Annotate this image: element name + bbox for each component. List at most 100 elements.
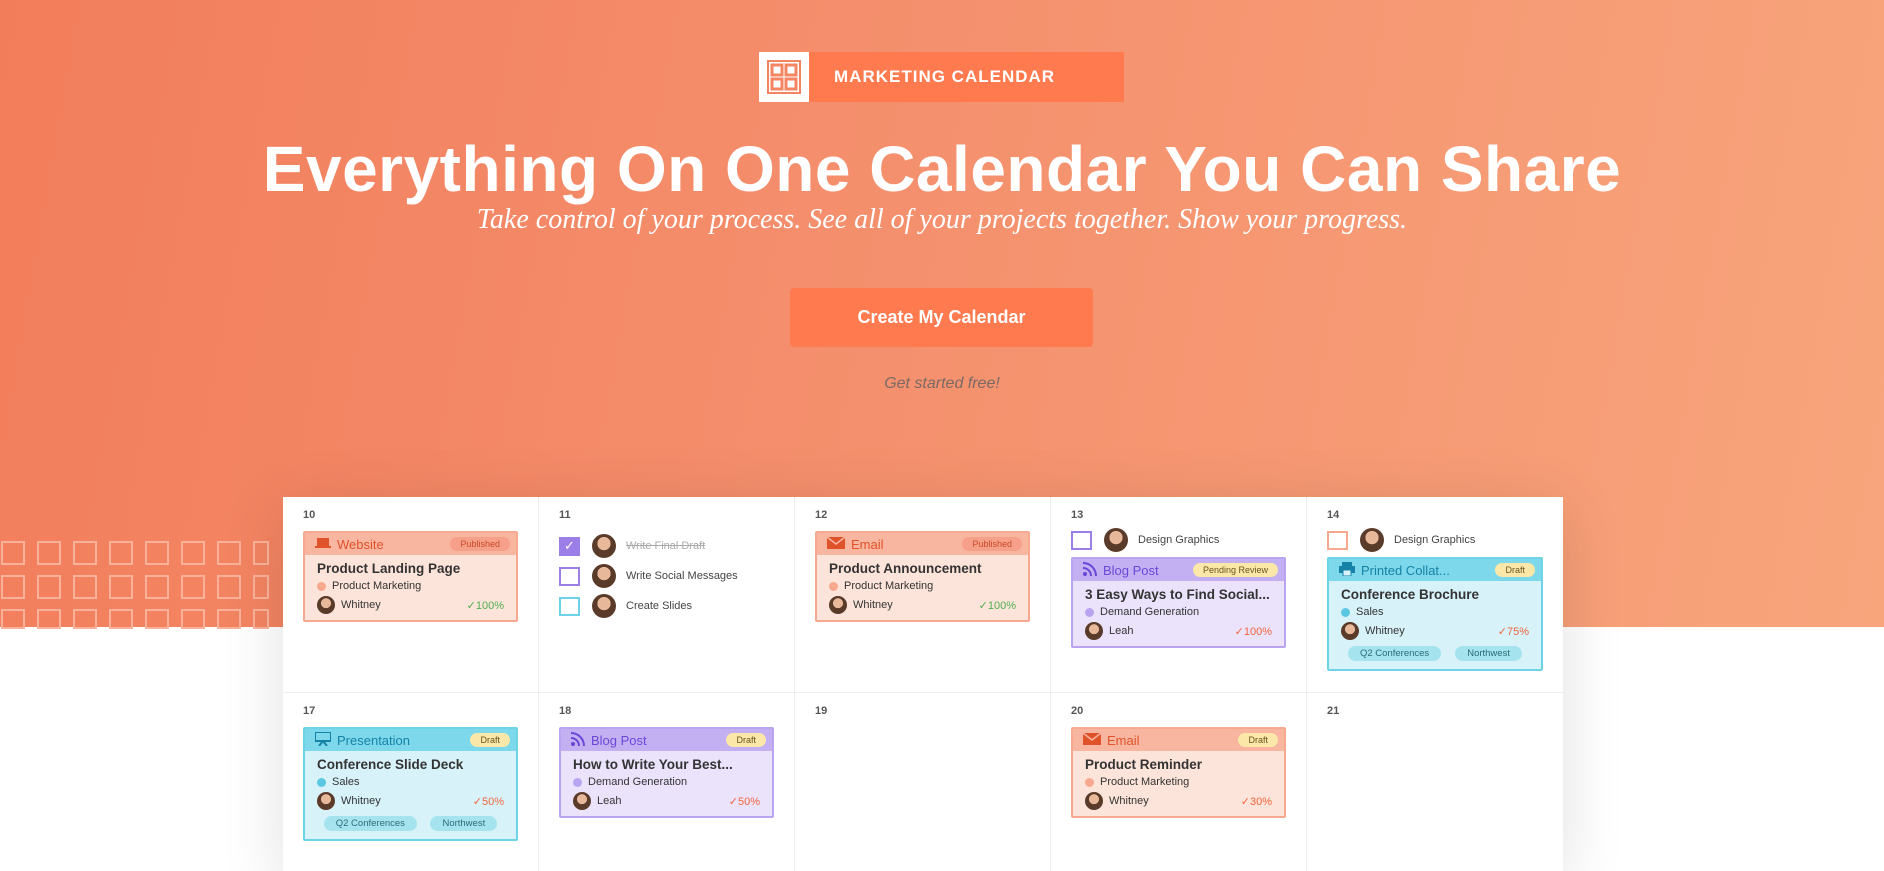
task-checkbox[interactable]: ✓ <box>559 536 580 556</box>
day-number: 21 <box>1327 705 1340 717</box>
day-number: 10 <box>303 509 316 521</box>
presentation-icon <box>314 730 332 749</box>
calendar-card[interactable]: Presentation Draft Conference Slide Deck… <box>303 727 518 841</box>
task-checkbox[interactable] <box>559 566 580 586</box>
task-label: Design Graphics <box>1138 534 1220 546</box>
calendar-preview: 10 Website Published Product Landing Pag… <box>283 497 1563 871</box>
status-badge: Published <box>450 537 510 551</box>
card-owner: Whitney <box>1365 625 1405 637</box>
day-cell[interactable]: 18 Blog Post Draft How to Write Your Bes… <box>539 693 795 871</box>
avatar <box>592 534 616 558</box>
day-cell[interactable]: 20 Email Draft Product Reminder Product … <box>1051 693 1307 871</box>
day-cell[interactable]: 21 <box>1307 693 1563 871</box>
calendar-card[interactable]: Blog Post Draft How to Write Your Best..… <box>559 727 774 818</box>
team-dot <box>1085 607 1094 617</box>
day-number: 14 <box>1327 509 1340 521</box>
card-title: Conference Slide Deck <box>317 757 464 772</box>
brand-label: MARKETING CALENDAR <box>809 52 1124 102</box>
day-cell[interactable]: 19 <box>795 693 1051 871</box>
day-cell[interactable]: 14 Design Graphics Printed Collat... Dra… <box>1307 497 1563 693</box>
tag-badge[interactable]: Q2 Conferences <box>323 816 417 831</box>
card-title: Product Announcement <box>829 561 982 576</box>
card-team: Sales <box>1356 606 1384 618</box>
envelope-icon <box>1082 731 1102 748</box>
avatar <box>1341 622 1359 640</box>
card-type: Email <box>1107 732 1140 748</box>
printer-icon <box>1339 561 1355 579</box>
check-icon: ✓ <box>1234 625 1244 638</box>
task-label: Design Graphics <box>1394 534 1476 546</box>
calendar-card[interactable]: Blog Post Pending Review 3 Easy Ways to … <box>1071 557 1286 648</box>
task-item[interactable]: Design Graphics <box>1071 525 1286 555</box>
status-badge: Published <box>962 537 1022 551</box>
task-checkbox[interactable] <box>1327 530 1348 550</box>
card-type: Blog Post <box>591 732 647 748</box>
day-cell[interactable]: 13 Design Graphics Blog Post Pending Rev… <box>1051 497 1307 693</box>
card-team: Sales <box>332 776 360 788</box>
check-icon: ✓ <box>472 795 482 808</box>
tag-badge[interactable]: Northwest <box>1455 646 1522 661</box>
calendar-card[interactable]: Email Draft Product Reminder Product Mar… <box>1071 727 1286 818</box>
card-progress: 50% <box>481 795 504 808</box>
day-number: 18 <box>559 705 572 717</box>
status-badge: Pending Review <box>1192 563 1278 577</box>
task-checkbox[interactable] <box>1071 530 1092 550</box>
status-badge: Draft <box>1238 733 1278 747</box>
card-owner: Leah <box>1109 625 1134 637</box>
check-icon: ✓ <box>1497 625 1507 638</box>
card-team: Product Marketing <box>1100 776 1190 788</box>
card-owner: Whitney <box>853 599 893 611</box>
task-item[interactable]: Write Social Messages <box>559 561 774 591</box>
calendar-card[interactable]: Website Published Product Landing Page P… <box>303 531 518 622</box>
card-team: Demand Generation <box>588 776 688 788</box>
task-checkbox[interactable] <box>559 596 580 616</box>
day-number: 11 <box>559 509 571 521</box>
calendar-card[interactable]: Printed Collat... Draft Conference Broch… <box>1327 557 1543 671</box>
check-icon: ✓ <box>564 538 575 553</box>
tag-badge[interactable]: Northwest <box>430 816 498 831</box>
card-title: Product Reminder <box>1085 757 1203 772</box>
day-cell[interactable]: 17 Presentation Draft Conference Slide D… <box>283 693 539 871</box>
team-dot <box>1341 607 1350 617</box>
day-cell[interactable]: 10 Website Published Product Landing Pag… <box>283 497 539 693</box>
page-subheadline: Take control of your process. See all of… <box>476 204 1408 235</box>
status-badge: Draft <box>1495 563 1535 577</box>
check-icon: ✓ <box>978 599 988 612</box>
task-item[interactable]: Design Graphics <box>1327 525 1543 555</box>
card-type: Blog Post <box>1103 562 1159 578</box>
task-label: Write Social Messages <box>626 570 738 582</box>
decorative-grid-pattern <box>1 541 269 629</box>
team-dot <box>317 581 326 591</box>
card-owner: Whitney <box>341 599 381 611</box>
team-dot <box>573 777 582 787</box>
task-item[interactable]: ✓ Write Final Draft <box>559 531 774 561</box>
team-dot <box>1085 777 1094 787</box>
card-team: Product Marketing <box>844 580 934 592</box>
card-progress: 100% <box>987 599 1016 612</box>
tag-badge[interactable]: Q2 Conferences <box>1348 646 1442 661</box>
task-item[interactable]: Create Slides <box>559 591 774 621</box>
card-title: Product Landing Page <box>317 561 461 576</box>
day-cell[interactable]: 11 ✓ Write Final Draft Write Social Mess… <box>539 497 795 693</box>
card-owner: Whitney <box>341 795 381 807</box>
card-title: Conference Brochure <box>1341 587 1480 602</box>
brand-badge[interactable]: MARKETING CALENDAR <box>759 52 1124 102</box>
card-type: Printed Collat... <box>1361 562 1450 578</box>
card-progress: 50% <box>737 795 760 808</box>
card-progress: 100% <box>475 599 504 612</box>
avatar <box>1085 622 1103 640</box>
create-calendar-button[interactable]: Create My Calendar <box>790 288 1093 347</box>
task-label: Write Final Draft <box>626 540 706 552</box>
avatar <box>1104 528 1128 552</box>
card-progress: 100% <box>1243 625 1272 638</box>
team-dot <box>829 581 838 591</box>
avatar <box>317 596 335 614</box>
check-icon: ✓ <box>1240 795 1250 808</box>
status-badge: Draft <box>726 733 766 747</box>
avatar <box>1360 528 1384 552</box>
calendar-card[interactable]: Email Published Product Announcement Pro… <box>815 531 1030 622</box>
avatar <box>592 564 616 588</box>
day-cell[interactable]: 12 Email Published Product Announcement … <box>795 497 1051 693</box>
day-number: 17 <box>303 705 316 717</box>
card-owner: Leah <box>597 795 622 807</box>
